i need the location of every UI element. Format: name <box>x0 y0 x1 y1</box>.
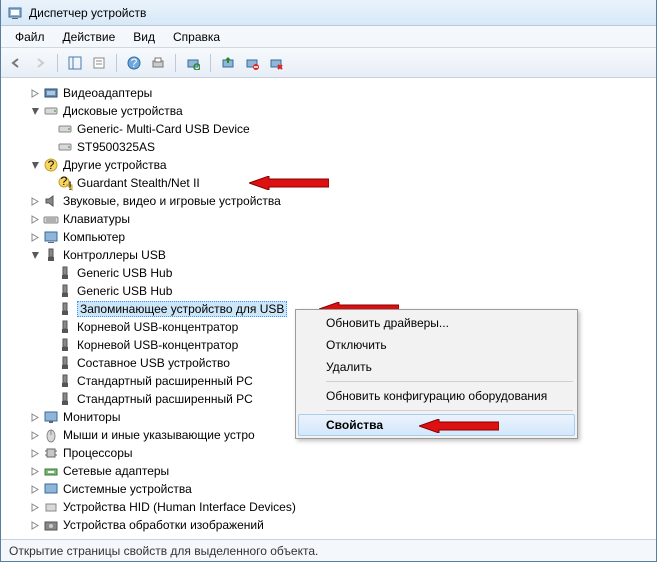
tree-item-hid[interactable]: Устройства HID (Human Interface Devices) <box>9 498 652 516</box>
menu-item-disable[interactable]: Отключить <box>298 334 575 356</box>
disk-drive-icon <box>57 121 73 137</box>
forward-button[interactable] <box>29 52 51 74</box>
tree-item-other-devices[interactable]: ? Другие устройства <box>9 156 652 174</box>
menu-file[interactable]: Файл <box>7 28 53 46</box>
disk-drive-icon <box>43 103 59 119</box>
usb-icon <box>43 247 59 263</box>
usb-icon <box>57 283 73 299</box>
usb-icon <box>57 355 73 371</box>
properties-button[interactable] <box>88 52 110 74</box>
svg-text:?: ? <box>61 175 68 188</box>
scan-hardware-button[interactable] <box>182 52 204 74</box>
unknown-device-icon: ?! <box>57 175 73 191</box>
menu-action[interactable]: Действие <box>55 28 124 46</box>
annotation-arrow <box>419 419 499 433</box>
tree-item-disk-drives[interactable]: Дисковые устройства <box>9 102 652 120</box>
tree-item-sound[interactable]: Звуковые, видео и игровые устройства <box>9 192 652 210</box>
expand-icon[interactable] <box>29 411 41 423</box>
svg-text:!: ! <box>68 179 71 191</box>
svg-text:?: ? <box>48 158 55 172</box>
disable-button[interactable] <box>241 52 263 74</box>
sound-icon <box>43 193 59 209</box>
expand-icon[interactable] <box>29 195 41 207</box>
usb-icon <box>57 319 73 335</box>
disk-drive-icon <box>57 139 73 155</box>
usb-icon <box>57 301 73 317</box>
keyboard-icon <box>43 211 59 227</box>
expand-icon[interactable] <box>29 213 41 225</box>
toolbar: ? <box>1 48 656 78</box>
toolbar-separator <box>210 54 211 72</box>
show-hide-tree-button[interactable] <box>64 52 86 74</box>
selected-item-label: Запоминающее устройство для USB <box>77 301 287 317</box>
expand-icon[interactable] <box>29 483 41 495</box>
app-icon <box>7 5 23 21</box>
svg-text:?: ? <box>131 56 138 70</box>
update-driver-button[interactable] <box>217 52 239 74</box>
menu-help[interactable]: Справка <box>165 28 228 46</box>
expand-icon[interactable] <box>29 447 41 459</box>
print-button[interactable] <box>147 52 169 74</box>
tree-item-network-adapters[interactable]: Сетевые адаптеры <box>9 462 652 480</box>
expand-icon[interactable] <box>29 501 41 513</box>
tree-item-system-devices[interactable]: Системные устройства <box>9 480 652 498</box>
toolbar-separator <box>116 54 117 72</box>
status-bar: Открытие страницы свойств для выделенног… <box>1 539 656 561</box>
back-button[interactable] <box>5 52 27 74</box>
annotation-arrow <box>249 176 329 190</box>
tree-item-imaging[interactable]: Устройства обработки изображений <box>9 516 652 534</box>
computer-icon <box>43 229 59 245</box>
toolbar-separator <box>175 54 176 72</box>
device-manager-window: Диспетчер устройств Файл Действие Вид Сп… <box>0 0 657 562</box>
status-text: Открытие страницы свойств для выделенног… <box>9 544 318 558</box>
toolbar-separator <box>57 54 58 72</box>
menu-item-delete[interactable]: Удалить <box>298 356 575 378</box>
tree-item-processors[interactable]: Процессоры <box>9 444 652 462</box>
tree-item-computer[interactable]: Компьютер <box>9 228 652 246</box>
menubar: Файл Действие Вид Справка <box>1 26 656 48</box>
tree-item-video-adapters[interactable]: Видеоадаптеры <box>9 84 652 102</box>
menu-separator <box>326 381 573 382</box>
collapse-icon[interactable] <box>29 159 41 171</box>
imaging-icon <box>43 517 59 533</box>
menu-separator <box>326 410 573 411</box>
context-menu: Обновить драйверы... Отключить Удалить О… <box>295 309 578 439</box>
system-device-icon <box>43 481 59 497</box>
menu-view[interactable]: Вид <box>125 28 163 46</box>
expand-icon[interactable] <box>29 87 41 99</box>
expand-icon[interactable] <box>29 519 41 531</box>
window-title: Диспетчер устройств <box>29 6 146 20</box>
tree-item-guardant[interactable]: ?! Guardant Stealth/Net II <box>9 174 652 192</box>
menu-item-properties[interactable]: Свойства <box>298 414 575 436</box>
menu-item-scan-hardware[interactable]: Обновить конфигурацию оборудования <box>298 385 575 407</box>
tree-item-usb-controllers[interactable]: Контроллеры USB <box>9 246 652 264</box>
tree-item-keyboards[interactable]: Клавиатуры <box>9 210 652 228</box>
tree-item-usb[interactable]: Generic USB Hub <box>9 282 652 300</box>
usb-icon <box>57 265 73 281</box>
usb-icon <box>57 391 73 407</box>
network-icon <box>43 463 59 479</box>
hid-icon <box>43 499 59 515</box>
expand-icon[interactable] <box>29 231 41 243</box>
expand-icon[interactable] <box>29 465 41 477</box>
expand-icon[interactable] <box>29 429 41 441</box>
tree-item-usb[interactable]: Generic USB Hub <box>9 264 652 282</box>
processor-icon <box>43 445 59 461</box>
display-adapter-icon <box>43 85 59 101</box>
tree-item-disk[interactable]: Generic- Multi-Card USB Device <box>9 120 652 138</box>
menu-item-update-drivers[interactable]: Обновить драйверы... <box>298 312 575 334</box>
collapse-icon[interactable] <box>29 249 41 261</box>
mouse-icon <box>43 427 59 443</box>
monitor-icon <box>43 409 59 425</box>
collapse-icon[interactable] <box>29 105 41 117</box>
usb-icon <box>57 373 73 389</box>
usb-icon <box>57 337 73 353</box>
other-devices-icon: ? <box>43 157 59 173</box>
help-button[interactable]: ? <box>123 52 145 74</box>
tree-item-disk[interactable]: ST9500325AS <box>9 138 652 156</box>
titlebar: Диспетчер устройств <box>1 0 656 26</box>
uninstall-button[interactable] <box>265 52 287 74</box>
